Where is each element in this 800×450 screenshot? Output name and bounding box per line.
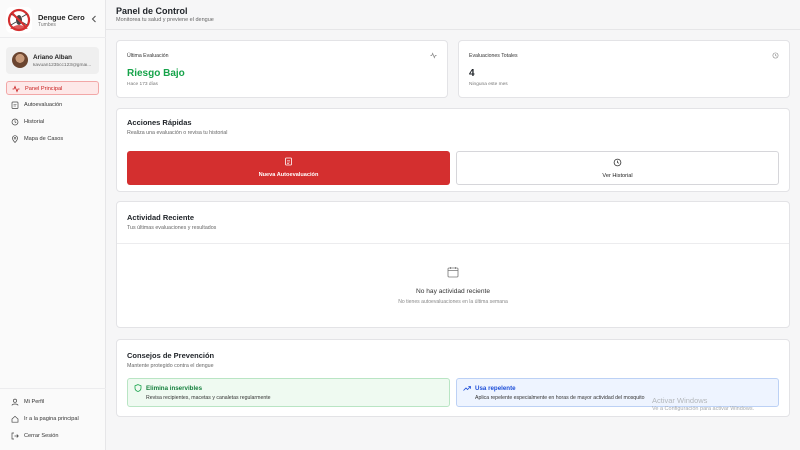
logout-icon: [11, 432, 19, 440]
brand-subtitle: Tumbes: [38, 22, 56, 28]
stat-label: Última Evaluación: [127, 53, 169, 59]
calendar-icon: [447, 267, 459, 278]
last-evaluation-card: Última Evaluación Riesgo Bajo Hace 173 d…: [116, 40, 448, 98]
clipboard-icon: [11, 101, 19, 109]
button-label: Ver Historial: [602, 173, 633, 179]
shield-icon: [134, 384, 142, 392]
history-icon: [11, 118, 19, 126]
activity-icon: [430, 52, 437, 59]
clipboard-icon: [285, 157, 292, 166]
sidebar-item-label: Autoevaluación: [24, 102, 63, 108]
brand-header: Dengue Cero Tumbes: [0, 0, 106, 38]
no-mosquito-icon: [6, 7, 32, 33]
sidebar-item-label: Mi Perfil: [24, 399, 45, 405]
sidebar-item-autoevaluacion[interactable]: Autoevaluación: [6, 98, 99, 112]
user-email: kavuan123bcc123@gmai...: [33, 63, 92, 68]
sidebar-item-label: Cerrar Sesión: [24, 433, 59, 439]
card-title: Actividad Reciente: [127, 213, 195, 222]
page-header: Panel de Control Monitorea tu salud y pr…: [106, 0, 800, 30]
risk-level: Riesgo Bajo: [127, 68, 185, 79]
tip-title: Elimina inservibles: [146, 385, 203, 392]
total-evaluations-card: Evaluaciones Totales 4 Ninguna este mes: [458, 40, 790, 98]
avatar: [12, 52, 28, 68]
sidebar-item-label: Historial: [24, 119, 45, 125]
new-assessment-button[interactable]: Nueva Autoevaluación: [127, 151, 450, 185]
quick-actions-card: Acciones Rápidas Realiza una evaluación …: [116, 108, 790, 192]
button-label: Nueva Autoevaluación: [258, 172, 319, 178]
collapse-sidebar-button[interactable]: [90, 14, 98, 24]
card-title: Consejos de Prevención: [127, 351, 215, 360]
empty-state-title: No hay actividad reciente: [415, 288, 491, 295]
history-icon: [613, 158, 622, 167]
tip-use-repellent: Usa repelente Aplica repelente especialm…: [456, 378, 779, 407]
brand-title: Dengue Cero: [38, 13, 85, 22]
recent-activity-card: Actividad Reciente Tus últimas evaluacio…: [116, 201, 790, 328]
trending-up-icon: [463, 386, 471, 391]
page-subtitle: Monitorea tu salud y previene el dengue: [116, 17, 214, 23]
card-subtitle: Realiza una evaluación o revisa tu histo…: [127, 130, 228, 136]
watermark-subtitle: Ve a Configuración para activar Windows.: [652, 406, 755, 412]
view-history-button[interactable]: Ver Historial: [456, 151, 779, 185]
sidebar-item-historial[interactable]: Historial: [6, 115, 99, 129]
page-title: Panel de Control: [116, 6, 188, 16]
total-count: 4: [469, 68, 475, 79]
main-content: Panel de Control Monitorea tu salud y pr…: [106, 0, 800, 450]
divider: [117, 243, 789, 244]
stat-subtext: Hace 173 días: [127, 82, 158, 87]
sidebar: Dengue Cero Tumbes Ariano Alban kavuan12…: [0, 0, 106, 450]
card-subtitle: Mantente protegido contra el dengue: [127, 363, 214, 369]
history-icon: [772, 52, 779, 59]
sidebar-divider: [0, 388, 106, 389]
sidebar-item-cerrar-sesion[interactable]: Cerrar Sesión: [6, 429, 99, 443]
user-name: Ariano Alban: [33, 54, 72, 61]
sidebar-item-pagina-principal[interactable]: Ir a la pagina principal: [6, 412, 99, 426]
tip-text: Aplica repelente especialmente en horas …: [475, 395, 645, 401]
tip-title: Usa repelente: [475, 385, 516, 392]
tip-eliminate-containers: Elimina inservibles Revisa recipientes, …: [127, 378, 450, 407]
empty-state-subtitle: No tienes autoevaluaciones en la última …: [398, 299, 508, 305]
sidebar-item-mi-perfil[interactable]: Mi Perfil: [6, 395, 99, 409]
stat-label: Evaluaciones Totales: [469, 53, 518, 59]
card-title: Acciones Rápidas: [127, 118, 192, 127]
sidebar-item-label: Ir a la pagina principal: [24, 416, 79, 422]
tip-text: Revisa recipientes, macetas y canaletas …: [146, 395, 271, 401]
map-pin-icon: [12, 135, 18, 143]
stat-subtext: Ninguna este mes: [469, 82, 508, 87]
sidebar-item-panel-principal[interactable]: Panel Principal: [6, 81, 99, 95]
sidebar-item-label: Mapa de Casos: [24, 136, 64, 142]
user-icon: [11, 398, 19, 406]
sidebar-item-label: Panel Principal: [25, 86, 63, 92]
user-card[interactable]: Ariano Alban kavuan123bcc123@gmai...: [6, 47, 99, 74]
watermark-title: Activar Windows: [652, 396, 708, 405]
card-subtitle: Tus últimas evaluaciones y resultados: [127, 225, 217, 231]
sidebar-item-mapa-de-casos[interactable]: Mapa de Casos: [6, 132, 99, 146]
chevron-left-icon: [91, 15, 96, 23]
home-icon: [11, 415, 19, 423]
activity-icon: [12, 85, 20, 93]
